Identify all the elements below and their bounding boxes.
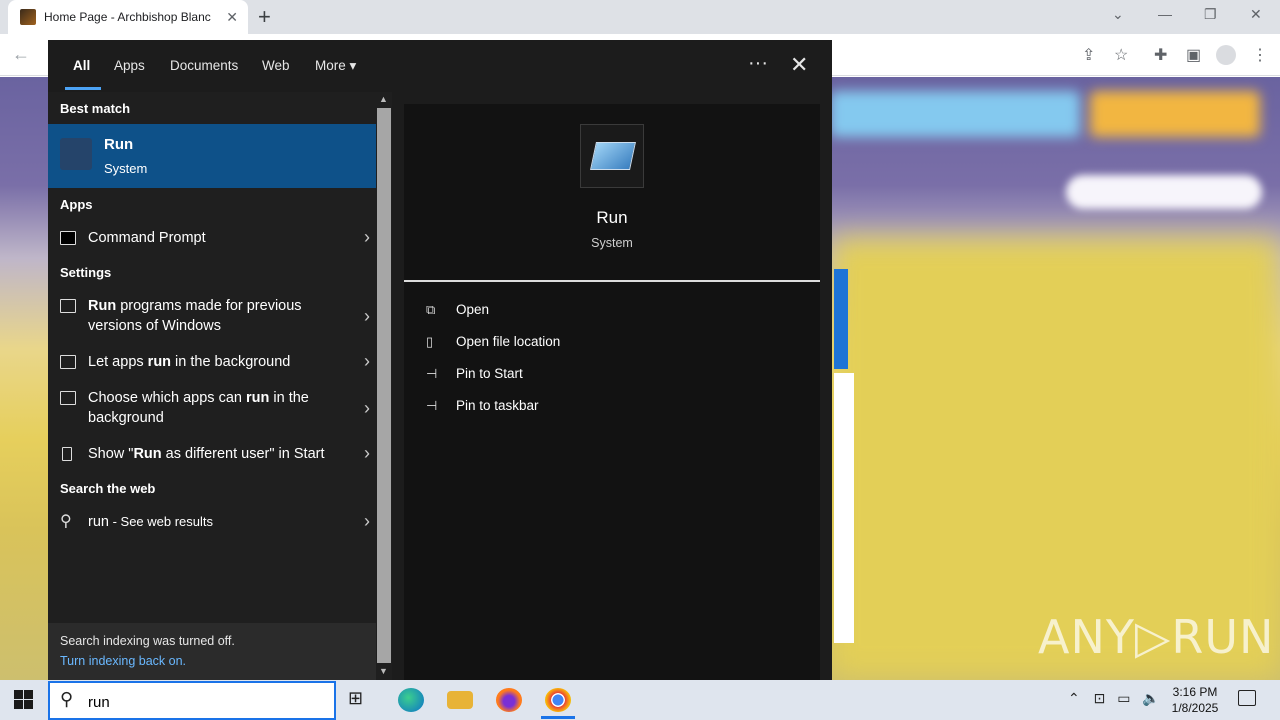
file-explorer-icon[interactable] (447, 691, 473, 709)
indexing-notice (48, 623, 376, 680)
turn-indexing-on-link[interactable]: Turn indexing back on. (60, 654, 186, 668)
clock-date: 1/8/2025 (1171, 701, 1219, 715)
search-icon: ⚲ (60, 689, 74, 709)
back-icon[interactable]: ← (12, 44, 30, 65)
close-window-icon[interactable]: ✕ (1250, 6, 1262, 23)
result-web-search[interactable]: ⚲ run - See web results › (48, 511, 376, 536)
tab-apps[interactable]: Apps (114, 58, 145, 73)
divider (404, 280, 820, 282)
active-tab-indicator (65, 87, 101, 90)
chevron-right-icon: › (364, 351, 370, 371)
scroll-down-icon[interactable]: ▼ (379, 666, 388, 676)
taskbar-search-input[interactable] (88, 692, 318, 712)
tab-search-icon[interactable]: ⌄ (1112, 6, 1124, 23)
chevron-up-icon[interactable]: ⌃ (1068, 690, 1080, 706)
best-match-run[interactable]: Run System (48, 124, 376, 188)
open-icon: ⧉ (426, 302, 436, 317)
scroll-up-icon[interactable]: ▲ (379, 94, 388, 104)
bookmark-star-icon[interactable]: ☆ (1114, 45, 1128, 65)
restore-icon[interactable]: ❐ (1204, 6, 1217, 23)
start-search-panel: All Apps Documents Web More ▾ ··· ✕ Best… (48, 40, 832, 680)
browser-tab[interactable]: Home Page - Archbishop Blanc ✕ (8, 0, 248, 34)
new-tab-button[interactable]: + (258, 4, 271, 30)
indexing-message: Search indexing was turned off. (60, 634, 235, 648)
display-icon[interactable]: ▭ (1117, 690, 1130, 706)
best-match-title: Run (104, 136, 134, 153)
windows-start-icon[interactable] (14, 690, 34, 710)
network-icon[interactable]: ⊡ (1094, 690, 1106, 706)
background-apps-icon (60, 355, 76, 369)
action-pin-to-start[interactable]: ⊣ Pin to Start (426, 366, 523, 382)
results-scrollbar[interactable]: ▲ ▼ (376, 92, 392, 680)
background-apps-icon (60, 391, 76, 405)
chevron-right-icon: › (364, 398, 370, 418)
kebab-menu-icon[interactable]: ⋮ (1252, 45, 1268, 65)
tab-all[interactable]: All (73, 58, 90, 73)
tab-title: Home Page - Archbishop Blanc (44, 10, 211, 24)
action-open[interactable]: ⧉ Open (426, 302, 489, 318)
share-icon[interactable]: ⇪ (1082, 45, 1095, 65)
results-list: Best match Run System Apps Command Promp… (48, 92, 376, 680)
chevron-right-icon: › (364, 443, 370, 463)
result-command-prompt[interactable]: Command Prompt › (48, 227, 376, 252)
site-favicon (20, 9, 36, 25)
search-icon: ⚲ (60, 513, 72, 530)
settings-app-icon (60, 299, 76, 313)
side-panel-icon[interactable]: ▣ (1186, 45, 1201, 65)
chevron-right-icon: › (364, 227, 370, 247)
preview-subtitle: System (591, 236, 633, 250)
pin-icon: ⊣ (426, 366, 438, 381)
clock[interactable]: 3:16 PM 1/8/2025 (1160, 684, 1230, 716)
best-match-header: Best match (60, 101, 131, 116)
scrollbar-thumb[interactable] (377, 108, 391, 663)
more-options-icon[interactable]: ··· (748, 52, 768, 75)
close-tab-icon[interactable]: ✕ (226, 9, 238, 26)
taskbar-search[interactable]: ⚲ (48, 681, 336, 720)
notification-icon[interactable] (1238, 690, 1256, 706)
run-app-icon (60, 138, 92, 170)
chevron-right-icon: › (364, 511, 370, 531)
clock-time: 3:16 PM (1172, 685, 1218, 699)
chevron-down-icon: ▾ (349, 58, 357, 73)
best-match-subtitle: System (104, 161, 148, 176)
system-tray[interactable]: ⌃ ⊡ ▭ 🔈 (1068, 690, 1160, 707)
result-run-as-different-user[interactable]: Show "Run as different user" in Start › (48, 443, 376, 468)
minimize-icon[interactable]: — (1158, 6, 1172, 22)
preview-pane: Run System ⧉ Open ▯ Open file location ⊣ Pi… (404, 104, 820, 680)
close-search-icon[interactable]: ✕ (790, 52, 808, 78)
result-background-apps[interactable]: Let apps run in the background › (48, 351, 376, 376)
search-web-header: Search the web (60, 481, 156, 496)
user-switch-icon (62, 447, 72, 461)
terminal-icon (60, 231, 76, 245)
result-run-programs-compat[interactable]: Run programs made for previous versions … (48, 296, 376, 338)
profile-avatar[interactable] (1216, 45, 1236, 65)
volume-icon[interactable]: 🔈 (1142, 690, 1159, 706)
tab-more[interactable]: More ▾ (315, 58, 356, 74)
pin-icon: ⊣ (426, 398, 438, 413)
action-pin-to-taskbar[interactable]: ⊣ Pin to taskbar (426, 398, 539, 414)
task-view-icon[interactable]: ⊞ (348, 688, 374, 712)
preview-title: Run (596, 208, 628, 227)
extensions-icon[interactable]: ✚ (1154, 45, 1167, 65)
tab-documents[interactable]: Documents (170, 58, 238, 73)
search-filter-tabs: All Apps Documents Web More ▾ ··· ✕ (48, 40, 832, 92)
file-location-icon: ▯ (426, 334, 434, 349)
chevron-right-icon: › (364, 306, 370, 326)
apps-header: Apps (60, 197, 93, 212)
chrome-icon[interactable] (545, 688, 571, 712)
firefox-icon[interactable] (496, 688, 522, 712)
active-app-indicator (541, 716, 575, 719)
result-choose-background-apps[interactable]: Choose which apps can run in the backgro… (48, 388, 376, 430)
run-large-icon (580, 124, 644, 188)
edge-icon[interactable] (398, 688, 424, 712)
tab-web[interactable]: Web (262, 58, 290, 73)
anyrun-watermark: ANY▷RUN (1038, 610, 1275, 664)
action-open-file-location[interactable]: ▯ Open file location (426, 334, 560, 350)
settings-header: Settings (60, 265, 112, 280)
